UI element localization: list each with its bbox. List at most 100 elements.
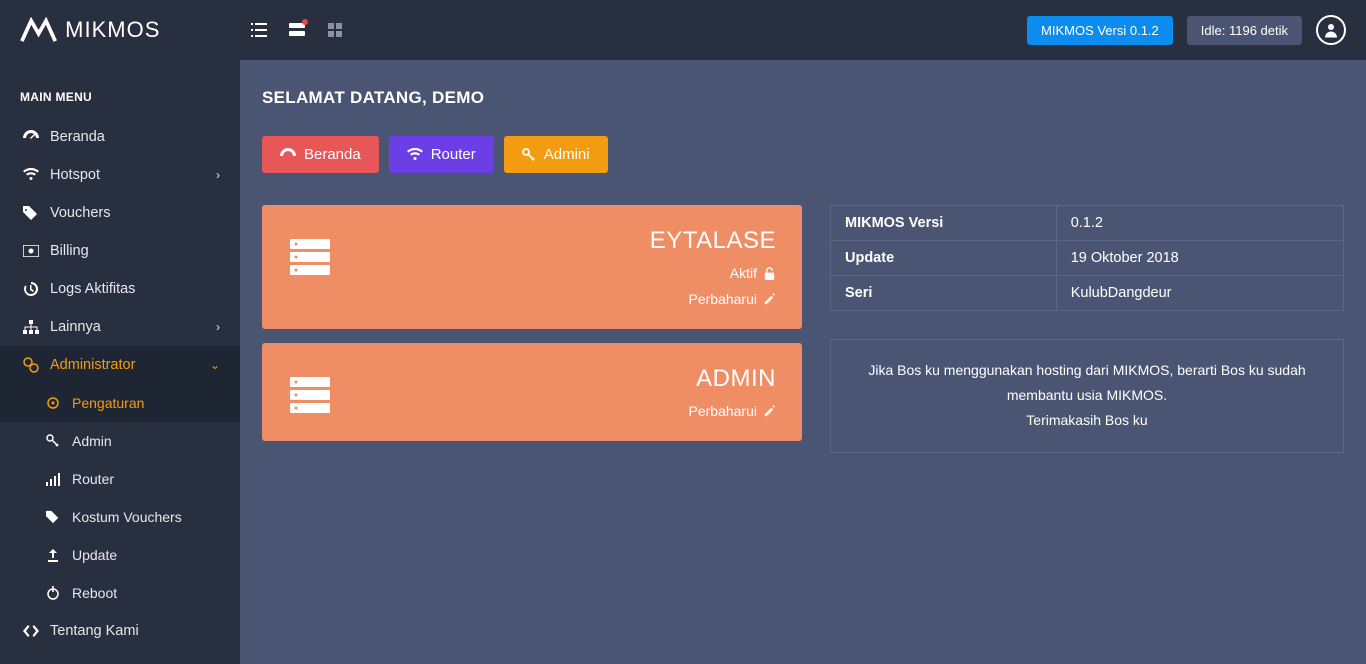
table-row: Update 19 Oktober 2018 [831, 241, 1344, 276]
logo-mark-icon [20, 17, 57, 43]
notice-line: Terimakasih Bos ku [855, 408, 1319, 433]
notice-line: Jika Bos ku menggunakan hosting dari MIK… [855, 358, 1319, 408]
edit-icon [763, 293, 776, 306]
beranda-button[interactable]: Beranda [262, 136, 379, 173]
admini-button[interactable]: Admini [504, 136, 608, 173]
chevron-right-icon: › [216, 320, 220, 334]
brand-name: MIKMOS [65, 17, 160, 43]
unlock-icon [763, 267, 776, 280]
sidebar-item-billing[interactable]: Billing [0, 232, 240, 270]
history-icon [20, 281, 42, 297]
sidebar-item-tentang[interactable]: Tentang Kami [0, 612, 240, 650]
topbar-quick-icons [250, 21, 344, 39]
dashboard-icon [20, 130, 42, 144]
sidebar-subitem-admin[interactable]: Admin [0, 422, 240, 460]
sidebar-item-label: Administrator [50, 357, 210, 373]
sidebar-subitem-update[interactable]: Update [0, 536, 240, 574]
money-icon [20, 245, 42, 257]
server-icon[interactable] [288, 21, 306, 39]
key-icon [42, 434, 64, 448]
sidebar-item-label: Update [72, 547, 220, 563]
action-buttons: Beranda Router Admini [262, 136, 1344, 173]
info-table: MIKMOS Versi 0.1.2 Update 19 Oktober 201… [830, 205, 1344, 311]
button-label: Router [431, 146, 476, 163]
code-icon [20, 625, 42, 637]
sidebar: MAIN MENU Beranda Hotspot › Vouchers Bil… [0, 60, 240, 664]
brand-logo[interactable]: MIKMOS [20, 17, 240, 43]
version-button[interactable]: MIKMOS Versi 0.1.2 [1027, 16, 1173, 45]
tags-icon [42, 510, 64, 524]
card-update-link[interactable]: Perbaharui [348, 403, 776, 419]
card-admin: ADMIN Perbaharui [262, 343, 802, 441]
sidebar-item-lainnya[interactable]: Lainnya › [0, 308, 240, 346]
sidebar-item-label: Pengaturan [72, 395, 220, 411]
sidebar-item-label: Reboot [72, 585, 220, 601]
sidebar-subitem-kostum-vouchers[interactable]: Kostum Vouchers [0, 498, 240, 536]
card-title: ADMIN [348, 365, 776, 393]
edit-icon [763, 405, 776, 418]
info-value: 19 Oktober 2018 [1056, 241, 1343, 276]
info-value: 0.1.2 [1056, 206, 1343, 241]
sidebar-item-vouchers[interactable]: Vouchers [0, 194, 240, 232]
card-action-label: Perbaharui [689, 291, 758, 307]
server-stack-icon [288, 227, 348, 307]
chevron-right-icon: › [216, 168, 220, 182]
card-status-label: Aktif [730, 265, 757, 281]
sidebar-item-label: Beranda [50, 129, 220, 145]
sidebar-item-label: Router [72, 471, 220, 487]
sidebar-subitem-pengaturan[interactable]: Pengaturan [0, 384, 240, 422]
dashboard-icon [280, 148, 296, 162]
sidebar-item-label: Hotspot [50, 167, 216, 183]
table-row: MIKMOS Versi 0.1.2 [831, 206, 1344, 241]
signal-icon [42, 472, 64, 486]
gear-icon [42, 396, 64, 410]
sidebar-item-beranda[interactable]: Beranda [0, 118, 240, 156]
chevron-down-icon: ⌄ [210, 358, 220, 372]
info-key: MIKMOS Versi [831, 206, 1057, 241]
key-icon [522, 148, 536, 162]
info-value: KulubDangdeur [1056, 276, 1343, 311]
upload-icon [42, 548, 64, 562]
sidebar-item-label: Billing [50, 243, 220, 259]
grid-icon[interactable] [326, 21, 344, 39]
sidebar-item-label: Vouchers [50, 205, 220, 221]
wifi-icon [20, 168, 42, 182]
card-eytalase: EYTALASE Aktif Perbaharui [262, 205, 802, 329]
power-icon [42, 586, 64, 600]
sidebar-item-label: Tentang Kami [50, 623, 220, 639]
wifi-icon [407, 148, 423, 162]
button-label: Admini [544, 146, 590, 163]
router-button[interactable]: Router [389, 136, 494, 173]
topbar: MIKMOS MIKMOS Versi 0.1.2 Idle: 1196 det… [0, 0, 1366, 60]
card-status-link[interactable]: Aktif [348, 265, 776, 281]
cogs-icon [20, 357, 42, 373]
info-key: Update [831, 241, 1057, 276]
table-row: Seri KulubDangdeur [831, 276, 1344, 311]
sidebar-item-hotspot[interactable]: Hotspot › [0, 156, 240, 194]
sidebar-item-logs[interactable]: Logs Aktifitas [0, 270, 240, 308]
sitemap-icon [20, 320, 42, 334]
card-update-link[interactable]: Perbaharui [348, 291, 776, 307]
sidebar-item-label: Lainnya [50, 319, 216, 335]
notice-box: Jika Bos ku menggunakan hosting dari MIK… [830, 339, 1344, 453]
card-action-label: Perbaharui [689, 403, 758, 419]
tags-icon [20, 206, 42, 220]
card-title: EYTALASE [348, 227, 776, 255]
sidebar-subitem-reboot[interactable]: Reboot [0, 574, 240, 612]
sidebar-item-label: Kostum Vouchers [72, 509, 220, 525]
sidebar-item-label: Logs Aktifitas [50, 281, 220, 297]
sidebar-subitem-router[interactable]: Router [0, 460, 240, 498]
sidebar-item-label: Admin [72, 433, 220, 449]
info-key: Seri [831, 276, 1057, 311]
server-stack-icon [288, 365, 348, 419]
user-icon [1322, 21, 1340, 39]
notification-dot-icon [302, 19, 308, 25]
button-label: Beranda [304, 146, 361, 163]
main-content: SELAMAT DATANG, DEMO Beranda Router Admi… [240, 60, 1366, 664]
sidebar-item-administrator[interactable]: Administrator ⌄ [0, 346, 240, 384]
list-icon[interactable] [250, 21, 268, 39]
user-avatar[interactable] [1316, 15, 1346, 45]
sidebar-header: MAIN MENU [0, 80, 240, 118]
page-title: SELAMAT DATANG, DEMO [262, 88, 1344, 108]
idle-indicator: Idle: 1196 detik [1187, 16, 1302, 45]
